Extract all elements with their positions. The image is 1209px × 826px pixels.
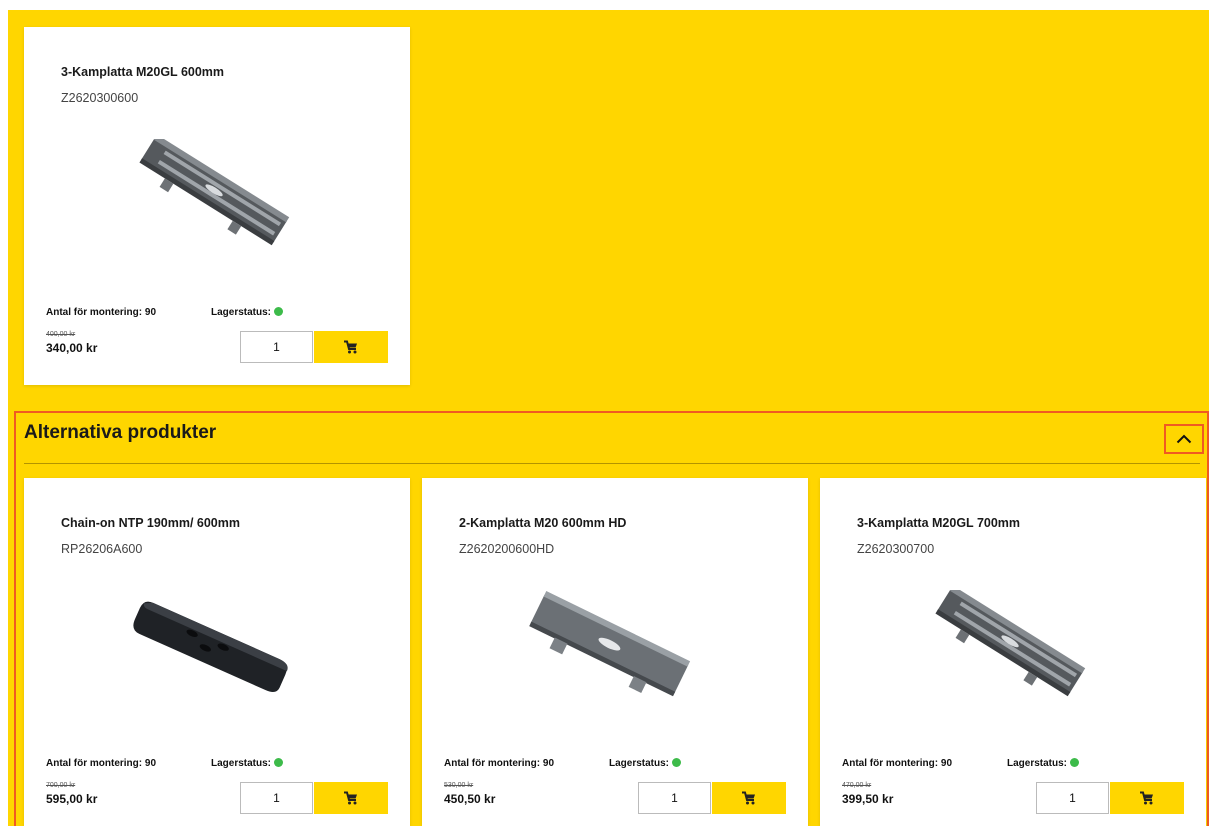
stock-icon [274, 307, 284, 316]
stock-icon [1070, 758, 1080, 767]
product-name[interactable]: 3-Kamplatta M20GL 700mm [857, 516, 1020, 530]
old-price: 700,00 kr [46, 782, 76, 789]
stock-icon [274, 758, 284, 767]
add-to-cart-button[interactable] [314, 782, 388, 814]
old-price: 400,00 kr [46, 331, 76, 338]
stock-status: Lagerstatus: [609, 758, 682, 769]
stock-status-label: Lagerstatus: [211, 758, 272, 769]
product-sku: Z2620300600 [61, 91, 139, 105]
price: 595,00 kr [46, 792, 98, 806]
alternatives-title: Alternativa produkter [24, 422, 217, 443]
stock-icon [672, 758, 682, 767]
product-card: 3-Kamplatta M20GL 700mm Z2620300700 Anta… [820, 478, 1206, 826]
product-sku: RP26206A600 [61, 542, 143, 556]
stock-status-label: Lagerstatus: [609, 758, 670, 769]
product-card: Chain-on NTP 190mm/ 600mm RP26206A600 An… [24, 478, 410, 826]
price: 450,50 kr [444, 792, 496, 806]
product-card: 2-Kamplatta M20 600mm HD Z2620200600HD A… [422, 478, 808, 826]
chevron-up-icon [1176, 434, 1192, 444]
cart-icon [344, 340, 357, 354]
price: 399,50 kr [842, 792, 894, 806]
product-image[interactable] [915, 585, 1100, 700]
add-to-cart-button[interactable] [712, 782, 786, 814]
stock-status: Lagerstatus: [1007, 758, 1080, 769]
quantity-input[interactable] [240, 331, 313, 363]
quantity-input[interactable] [1036, 782, 1109, 814]
mount-quantity-label: Antal för montering: 90 [842, 758, 953, 769]
product-name[interactable]: Chain-on NTP 190mm/ 600mm [61, 516, 240, 530]
stock-status-label: Lagerstatus: [211, 307, 272, 318]
price: 340,00 kr [46, 341, 98, 355]
product-name[interactable]: 3-Kamplatta M20GL 600mm [61, 65, 224, 79]
product-sku: Z2620200600HD [459, 542, 555, 556]
mount-quantity-label: Antal för montering: 90 [46, 758, 157, 769]
add-to-cart-button[interactable] [1110, 782, 1184, 814]
old-price: 530,00 kr [444, 782, 474, 789]
product-image[interactable] [119, 590, 304, 700]
mount-quantity-label: Antal för montering: 90 [444, 758, 555, 769]
quantity-input[interactable] [638, 782, 711, 814]
product-sku: Z2620300700 [857, 542, 935, 556]
stock-status: Lagerstatus: [211, 758, 284, 769]
stock-status-label: Lagerstatus: [1007, 758, 1068, 769]
old-price: 470,00 kr [842, 782, 872, 789]
stock-status: Lagerstatus: [211, 307, 284, 318]
product-card: 3-Kamplatta M20GL 600mm Z2620300600 Anta… [24, 27, 410, 385]
cart-icon [742, 791, 755, 805]
section-divider [24, 463, 1200, 464]
add-to-cart-button[interactable] [314, 331, 388, 363]
product-image[interactable] [119, 134, 304, 249]
mount-quantity-label: Antal för montering: 90 [46, 307, 157, 318]
product-name[interactable]: 2-Kamplatta M20 600mm HD [459, 516, 626, 530]
collapse-button[interactable] [1164, 424, 1204, 454]
cart-icon [1140, 791, 1153, 805]
cart-icon [344, 791, 357, 805]
quantity-input[interactable] [240, 782, 313, 814]
product-image[interactable] [517, 590, 702, 700]
